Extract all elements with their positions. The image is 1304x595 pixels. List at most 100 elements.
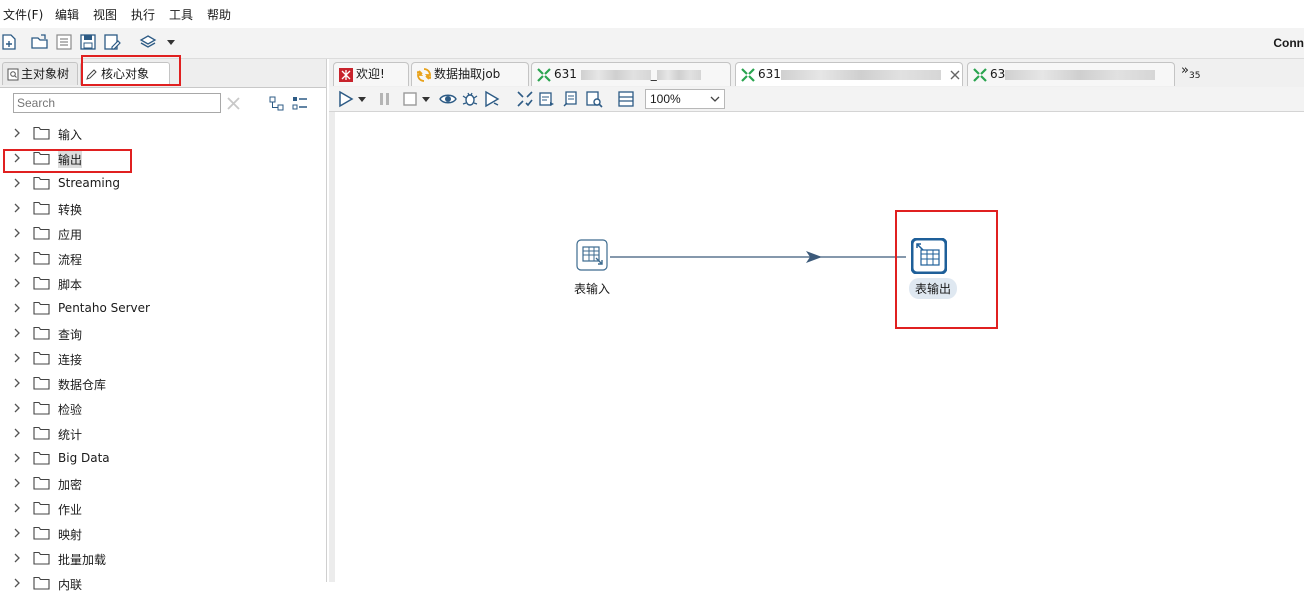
menu-run[interactable]: 执行 [131, 6, 155, 23]
replay-icon[interactable] [483, 90, 501, 108]
tab-transformation-2-active[interactable]: 631 [735, 62, 963, 86]
chevron-right-icon[interactable] [12, 277, 22, 289]
chevron-down-icon[interactable] [162, 33, 180, 51]
transformation-icon [537, 68, 551, 82]
chevron-down-icon [710, 96, 720, 102]
show-results-icon[interactable] [617, 90, 635, 108]
chevron-right-icon[interactable] [12, 577, 22, 589]
menu-view[interactable]: 视图 [93, 6, 117, 23]
tree-item[interactable]: 检验 [0, 398, 320, 420]
chevron-right-icon[interactable] [12, 352, 22, 364]
chevron-right-icon[interactable] [12, 477, 22, 489]
tree-item[interactable]: 输入 [0, 123, 320, 145]
chevron-right-icon[interactable] [12, 202, 22, 214]
expand-all-icon[interactable] [292, 96, 308, 111]
tree-item[interactable]: Big Data [0, 448, 320, 470]
new-file-icon[interactable] [0, 33, 18, 51]
table-output-icon [910, 237, 948, 275]
transformation-canvas[interactable]: 表输入 表输出 [329, 112, 1304, 582]
step-table-input[interactable] [576, 239, 608, 271]
save-icon[interactable] [79, 33, 97, 51]
menu-edit[interactable]: 编辑 [55, 6, 79, 23]
job-icon [417, 68, 431, 82]
chevron-right-icon[interactable] [12, 252, 22, 264]
chevron-right-icon[interactable] [12, 177, 22, 189]
tab-main-object-tree[interactable]: 主对象树 [2, 62, 78, 85]
chevron-right-icon[interactable] [12, 152, 22, 164]
tab-transformation-3[interactable]: 63 [967, 62, 1175, 86]
menu-tools[interactable]: 工具 [169, 6, 193, 23]
tab-core-objects[interactable]: 核心对象 [80, 62, 170, 85]
tab-job[interactable]: 数据抽取job [411, 62, 529, 86]
chevron-right-icon[interactable] [12, 402, 22, 414]
chevron-right-icon[interactable] [12, 427, 22, 439]
run-dropdown-icon[interactable] [357, 90, 367, 108]
tree-item[interactable]: 内联 [0, 573, 320, 595]
explore-database-icon[interactable] [585, 90, 603, 108]
hop-layer [610, 251, 906, 263]
tree-item[interactable]: 加密 [0, 473, 320, 495]
open-folder-icon[interactable] [31, 33, 49, 51]
chevron-right-icon[interactable] [12, 502, 22, 514]
collapse-all-icon[interactable] [269, 96, 285, 111]
search-input[interactable] [13, 93, 221, 113]
welcome-icon [339, 68, 353, 82]
tree-item[interactable]: 统计 [0, 423, 320, 445]
tree-item[interactable]: 作业 [0, 498, 320, 520]
chevron-right-icon[interactable] [12, 327, 22, 339]
preview-eye-icon[interactable] [439, 90, 457, 108]
layers-icon[interactable] [139, 33, 157, 51]
chevron-right-icon[interactable] [12, 227, 22, 239]
tab-transformation-1[interactable]: 631 _ [531, 62, 731, 86]
close-tab-icon[interactable] [950, 70, 960, 80]
tree-item-label: 脚本 [58, 278, 83, 292]
chevron-right-icon[interactable] [12, 302, 22, 314]
chevron-right-icon[interactable] [12, 127, 22, 139]
pause-icon[interactable] [376, 90, 394, 108]
tab-overflow-button[interactable]: »35 [1181, 63, 1200, 81]
tree-item[interactable]: 脚本 [0, 273, 320, 295]
tree-item-label: 流程 [58, 253, 83, 267]
menu-help[interactable]: 帮助 [207, 6, 231, 23]
tree-item[interactable]: 输出 [0, 148, 320, 170]
stop-dropdown-icon[interactable] [421, 90, 431, 108]
overflow-chevron: » [1181, 63, 1189, 78]
pencil-icon [86, 69, 97, 80]
generate-sql-icon[interactable] [562, 90, 580, 108]
zoom-value: 100% [650, 92, 681, 106]
run-icon[interactable] [337, 90, 355, 108]
tree-item[interactable]: 批量加载 [0, 548, 320, 570]
chevron-right-icon[interactable] [12, 377, 22, 389]
chevron-right-icon[interactable] [12, 527, 22, 539]
tree-item[interactable]: 数据仓库 [0, 373, 320, 395]
tree-item[interactable]: 转换 [0, 198, 320, 220]
verify-icon[interactable] [516, 90, 534, 108]
impact-analysis-icon[interactable] [538, 90, 556, 108]
stop-icon[interactable] [401, 90, 419, 108]
zoom-select[interactable]: 100% [645, 89, 725, 109]
debug-icon[interactable] [461, 90, 479, 108]
tree-item-label: 连接 [58, 353, 83, 367]
folder-icon [33, 351, 50, 365]
chevron-right-icon[interactable] [12, 552, 22, 564]
tree-item[interactable]: 映射 [0, 523, 320, 545]
tree-item[interactable]: 应用 [0, 223, 320, 245]
save-as-icon[interactable] [103, 33, 121, 51]
tab-t3-prefix: 63 [990, 67, 1006, 81]
redacted-text [580, 69, 651, 80]
connect-button[interactable]: Conn [1273, 36, 1304, 50]
step-table-output[interactable] [910, 237, 948, 275]
editor-area: 欢迎! 数据抽取job 631 _ 631 63 »35 100% 表输入 表输… [329, 59, 1304, 582]
tree-item[interactable]: Streaming [0, 173, 320, 195]
chevron-right-icon[interactable] [12, 452, 22, 464]
tab-welcome-label: 欢迎! [356, 67, 385, 81]
tree-item[interactable]: Pentaho Server [0, 298, 320, 320]
tree-item[interactable]: 连接 [0, 348, 320, 370]
explore-repository-icon[interactable] [55, 33, 73, 51]
transformation-icon [741, 68, 755, 82]
clear-search-icon[interactable] [226, 96, 241, 111]
tree-item[interactable]: 流程 [0, 248, 320, 270]
tree-item[interactable]: 查询 [0, 323, 320, 345]
menu-file[interactable]: 文件(F) [3, 6, 43, 23]
tab-welcome[interactable]: 欢迎! [333, 62, 409, 86]
